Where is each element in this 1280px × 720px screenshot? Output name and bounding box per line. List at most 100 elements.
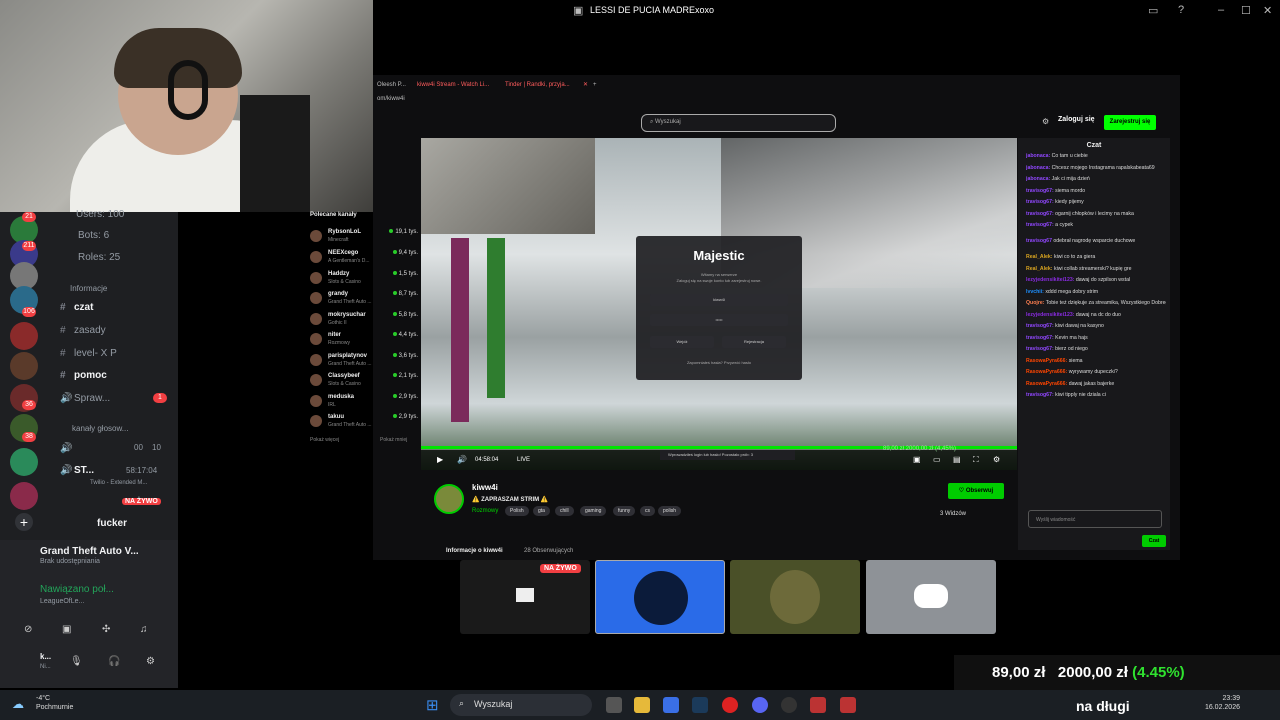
- add-server-icon[interactable]: +: [15, 513, 33, 531]
- app-icon[interactable]: [781, 697, 797, 713]
- video-player[interactable]: Majestic Witamy na serwerze Zaloguj się …: [421, 138, 1017, 470]
- chat-username[interactable]: travisog67:: [1026, 188, 1054, 194]
- mini-player-icon[interactable]: ▣: [913, 455, 921, 464]
- url-bar[interactable]: om/kiww4i: [373, 92, 405, 106]
- server-icon[interactable]: [10, 482, 38, 510]
- tag[interactable]: gta: [533, 506, 550, 516]
- recommended-channel[interactable]: parisplatynov Grand Theft Auto ... 3,6 tys…: [310, 352, 418, 370]
- channel-avatar[interactable]: [434, 484, 464, 514]
- task-view-icon[interactable]: [606, 697, 622, 713]
- mic-icon[interactable]: 🎙: [70, 656, 83, 667]
- new-tab-icon[interactable]: +: [589, 78, 599, 92]
- tag[interactable]: polish: [658, 506, 682, 516]
- recommended-channel[interactable]: NEEXcego A Gentleman's D... 9,4 tys.: [310, 249, 418, 267]
- chat-username[interactable]: travisog67:: [1026, 199, 1054, 205]
- chat-username[interactable]: RasowaPyra666:: [1026, 358, 1067, 364]
- chat-username[interactable]: travisog67:: [1026, 335, 1054, 341]
- tag[interactable]: Polish: [505, 506, 529, 516]
- server-icon[interactable]: [10, 448, 38, 476]
- close-icon[interactable]: ✕: [1263, 4, 1272, 17]
- voice-tile-avatar[interactable]: [730, 560, 860, 634]
- channel-czat[interactable]: # czat: [60, 302, 93, 313]
- screenshare-icon[interactable]: ▣: [62, 624, 71, 635]
- tag[interactable]: gaming: [580, 506, 607, 516]
- stream-thumbnail-screen[interactable]: NA ŻYWO: [460, 560, 590, 634]
- recommended-channel[interactable]: mokrysuchar Gothic II 5,8 tys.: [310, 311, 418, 329]
- follow-button[interactable]: ♡ Obserwuj: [948, 483, 1004, 499]
- stream-category[interactable]: Rozmowy: [472, 508, 498, 514]
- theater-icon[interactable]: ▭: [933, 455, 941, 464]
- tag[interactable]: chill: [555, 506, 574, 516]
- weather-icon[interactable]: ☁: [12, 697, 24, 711]
- chat-send-button[interactable]: Czat: [1142, 535, 1166, 547]
- app-icon-2[interactable]: [810, 697, 826, 713]
- category-voice[interactable]: kanały głosow...: [72, 424, 128, 433]
- channel-zasady[interactable]: # zasady: [60, 325, 106, 336]
- opera-icon[interactable]: [722, 697, 738, 713]
- chat-input[interactable]: Wyślij wiadomość: [1028, 510, 1162, 528]
- tag[interactable]: cs: [640, 506, 655, 516]
- chat-username[interactable]: lezyjedensikitei123:: [1026, 277, 1074, 283]
- app-icon-3[interactable]: [840, 697, 856, 713]
- fullscreen-icon[interactable]: ⛶: [973, 455, 979, 465]
- tab-active[interactable]: kiww4i Stream - Watch Li...: [413, 78, 499, 92]
- recommended-channel[interactable]: Haddzy Slots & Casino 1,5 tys.: [310, 270, 418, 288]
- server-icon[interactable]: [10, 352, 38, 380]
- volume-icon[interactable]: 🔊: [457, 455, 467, 464]
- chat-username[interactable]: jabonaca:: [1026, 165, 1050, 171]
- file-explorer-icon[interactable]: [634, 697, 650, 713]
- search-input[interactable]: ⌕ Wyszukaj: [641, 114, 836, 132]
- chat-username[interactable]: Quojre:: [1026, 300, 1044, 306]
- show-more-link[interactable]: Pokaż więcej: [310, 437, 339, 443]
- maximize-icon[interactable]: ☐: [1241, 4, 1251, 17]
- chat-username[interactable]: jabonaca:: [1026, 176, 1050, 182]
- chat-username[interactable]: Real_Alek:: [1026, 266, 1053, 272]
- chat-username[interactable]: travisog67:: [1026, 222, 1054, 228]
- taskbar-search[interactable]: ⌕ Wyszukaj: [450, 694, 592, 716]
- weather-widget[interactable]: -4°C Pochmurnie: [36, 694, 73, 712]
- clock[interactable]: 23:39 16.02.2026: [1196, 694, 1240, 712]
- help-icon[interactable]: ?: [1178, 4, 1184, 16]
- chat-username[interactable]: travisog67: [1026, 238, 1052, 244]
- activities-icon[interactable]: ✣: [102, 624, 110, 635]
- channel-level[interactable]: # level- X P: [60, 348, 117, 359]
- chat-username[interactable]: travisog67:: [1026, 392, 1054, 398]
- show-less-link[interactable]: Pokaż mniej: [380, 437, 407, 443]
- signup-button[interactable]: Zarejestruj się: [1104, 115, 1156, 130]
- recommended-channel[interactable]: takuu Grand Theft Auto ... 2,9 tys.: [310, 413, 418, 431]
- start-icon[interactable]: ⊞: [426, 696, 439, 714]
- steam-icon[interactable]: [692, 697, 708, 713]
- login-button[interactable]: Zaloguj się: [1058, 116, 1095, 123]
- recommended-channel[interactable]: grandy Grand Theft Auto ... 8,7 tys.: [310, 290, 418, 308]
- camera-off-icon[interactable]: ⊘: [24, 624, 32, 635]
- settings-icon[interactable]: ⚙: [993, 455, 1000, 464]
- channel-name[interactable]: kiww4i: [472, 483, 498, 492]
- chat-username[interactable]: RasowaPyra666:: [1026, 381, 1067, 387]
- tab[interactable]: Tinder | Randki, przyja...: [501, 78, 579, 92]
- chat-username[interactable]: RasowaPyra666:: [1026, 369, 1067, 375]
- soundboard-icon[interactable]: ♫: [140, 624, 148, 635]
- tab[interactable]: Oleesh P...: [373, 78, 413, 92]
- store-icon[interactable]: [663, 697, 679, 713]
- chat-username[interactable]: lvvchii:: [1026, 289, 1044, 295]
- voice-tile-discord[interactable]: [866, 560, 996, 634]
- chat-username[interactable]: lezyjedensikitei123:: [1026, 312, 1074, 318]
- voice-active-channel[interactable]: 🔊 ST...: [60, 465, 94, 476]
- screen-icon[interactable]: ▭: [1148, 4, 1158, 17]
- member-name[interactable]: fucker: [97, 518, 127, 529]
- minimize-icon[interactable]: –: [1218, 4, 1224, 16]
- voice-row[interactable]: 🔊: [60, 443, 74, 454]
- recommended-channel[interactable]: RybsonLoL Minecraft 19,1 tys.: [310, 228, 418, 246]
- chat-username[interactable]: travisog67:: [1026, 211, 1054, 217]
- recommended-channel[interactable]: Classybeef Slots & Casino 2,1 tys.: [310, 372, 418, 390]
- discord-icon[interactable]: [752, 697, 768, 713]
- captions-icon[interactable]: ▤: [953, 455, 961, 464]
- headphones-icon[interactable]: 🎧: [108, 656, 120, 667]
- connection-status[interactable]: Nawiązano poł...: [40, 584, 114, 595]
- recommended-channel[interactable]: niter Rozmowy 4,4 tys.: [310, 331, 418, 349]
- server-icon[interactable]: [10, 322, 38, 350]
- theme-icon[interactable]: ⚙: [1042, 117, 1049, 126]
- recommended-channel[interactable]: meduska IRL 2,9 tys.: [310, 393, 418, 411]
- settings-gear-icon[interactable]: ⚙: [146, 656, 155, 667]
- chat-username[interactable]: travisog67:: [1026, 346, 1054, 352]
